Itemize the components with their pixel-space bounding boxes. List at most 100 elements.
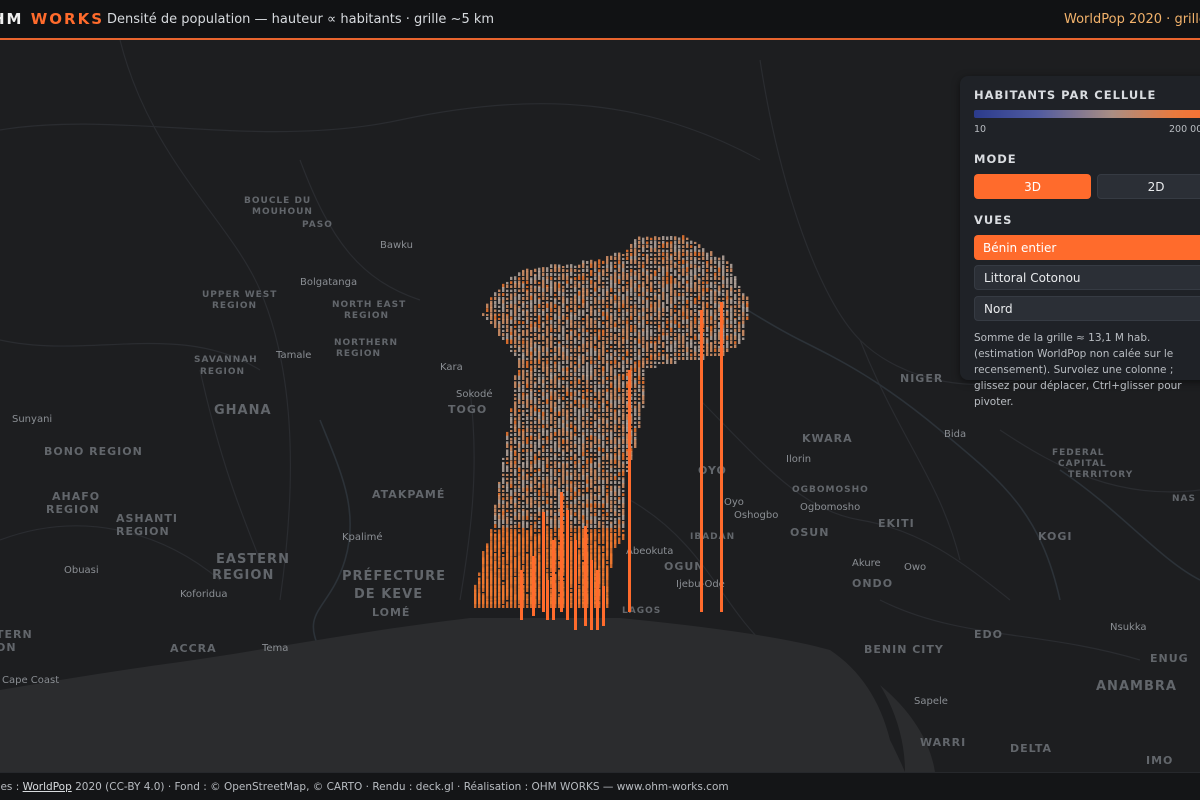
worldpop-link[interactable]: WorldPop bbox=[23, 781, 72, 793]
legend-color-ramp bbox=[974, 110, 1200, 118]
label-federal: FEDERAL bbox=[1052, 448, 1105, 458]
city-tema: Tema bbox=[261, 643, 288, 654]
population-spike[interactable] bbox=[602, 586, 605, 626]
label-ondo: ONDO bbox=[852, 577, 893, 590]
label-edo: EDO bbox=[974, 628, 1003, 641]
label-ibadan: IBADAN bbox=[690, 532, 735, 542]
population-spike[interactable] bbox=[560, 492, 563, 612]
label-eastern: EASTERN bbox=[216, 552, 290, 567]
label-region-5: REGION bbox=[46, 503, 100, 516]
data-source-label: WorldPop 2020 · grille 5 bbox=[1064, 12, 1200, 27]
mode-title: MODE bbox=[974, 152, 1017, 166]
label-lagos: LAGOS bbox=[622, 606, 661, 616]
label-nas: NAS bbox=[1172, 494, 1196, 504]
label-warri: WARRI bbox=[920, 736, 966, 749]
top-bar: HM WORKS Densité de population — hauteur… bbox=[0, 0, 1200, 40]
label-territory: TERRITORY bbox=[1068, 470, 1133, 480]
city-oyo: Oyo bbox=[724, 497, 744, 508]
label-ashanti: ASHANTI bbox=[116, 512, 178, 525]
city-obuasi: Obuasi bbox=[64, 565, 99, 576]
city-nsukka: Nsukka bbox=[1110, 622, 1147, 633]
label-ekiti: EKITI bbox=[878, 517, 915, 530]
label-ghana: GHANA bbox=[214, 403, 272, 418]
label-north-east: NORTH EAST bbox=[332, 300, 406, 310]
page-subtitle: Densité de population — hauteur ∝ habita… bbox=[107, 12, 495, 27]
city-koforidua: Koforidua bbox=[180, 589, 228, 600]
label-on: ON bbox=[0, 641, 17, 654]
brand-text-left: HM bbox=[0, 10, 24, 28]
city-ogbomosho: Ogbomosho bbox=[800, 502, 860, 513]
city-bawku: Bawku bbox=[380, 240, 413, 251]
label-bono-region: BONO REGION bbox=[44, 445, 143, 458]
label-kogi: KOGI bbox=[1038, 530, 1073, 543]
population-spike[interactable] bbox=[552, 540, 555, 620]
label-togo: TOGO bbox=[448, 403, 487, 416]
brand-logo[interactable]: HM WORKS bbox=[0, 10, 104, 28]
attribution-prefix: ées : bbox=[0, 781, 20, 793]
legend-max-label: 200 000 bbox=[1169, 124, 1200, 135]
label-region-1: REGION bbox=[212, 301, 257, 311]
label-anambra: ANAMBRA bbox=[1096, 679, 1177, 694]
label-savannah: SAVANNAH bbox=[194, 355, 258, 365]
population-spike[interactable] bbox=[542, 512, 545, 612]
attribution-rest: 2020 (CC-BY 4.0) · Fond : © OpenStreetMa… bbox=[71, 781, 729, 793]
label-benin-city: BENIN CITY bbox=[864, 643, 944, 656]
label-ogun: OGUN bbox=[664, 560, 705, 573]
city-bolgatanga: Bolgatanga bbox=[300, 277, 357, 288]
view-benin-entier-button[interactable]: Bénin entier bbox=[974, 235, 1200, 260]
label-atakpame: ATAKPAMÉ bbox=[372, 488, 445, 501]
population-spike[interactable] bbox=[584, 526, 587, 626]
population-spike[interactable] bbox=[590, 560, 593, 630]
attribution-text: ées : WorldPop 2020 (CC-BY 4.0) · Fond :… bbox=[0, 781, 729, 793]
label-northern: NORTHERN bbox=[334, 338, 398, 348]
label-accra: ACCRA bbox=[170, 642, 217, 655]
control-panel: HABITANTS PAR CELLULE 10 200 000 MODE 3D… bbox=[960, 76, 1200, 408]
city-bida: Bida bbox=[944, 429, 966, 440]
population-spike[interactable] bbox=[566, 510, 569, 620]
label-upper-west: UPPER WEST bbox=[202, 290, 277, 300]
views-title: VUES bbox=[974, 213, 1013, 227]
label-delta: DELTA bbox=[1010, 742, 1052, 755]
population-spike[interactable] bbox=[596, 570, 599, 630]
city-owo: Owo bbox=[904, 562, 926, 573]
view-nord-button[interactable]: Nord bbox=[974, 296, 1200, 321]
city-akure: Akure bbox=[852, 558, 881, 569]
label-osun: OSUN bbox=[790, 526, 829, 539]
city-cape-coast: Cape Coast bbox=[2, 675, 59, 686]
label-ogbomosho: OGBOMOSHO bbox=[792, 485, 869, 495]
population-spike[interactable] bbox=[574, 540, 577, 630]
legend-title: HABITANTS PAR CELLULE bbox=[974, 88, 1157, 102]
city-oshogbo: Oshogbo bbox=[734, 510, 778, 521]
population-spike[interactable] bbox=[532, 556, 535, 616]
label-boucle-du: BOUCLE DU bbox=[244, 196, 311, 206]
label-region-7: REGION bbox=[212, 568, 274, 583]
population-spike[interactable] bbox=[720, 302, 723, 612]
city-sapele: Sapele bbox=[914, 696, 948, 707]
footer: ées : WorldPop 2020 (CC-BY 4.0) · Fond :… bbox=[0, 772, 1200, 800]
label-mouhoun: MOUHOUN bbox=[252, 207, 313, 217]
population-spike[interactable] bbox=[520, 570, 523, 620]
city-abeokuta: Abeokuta bbox=[626, 546, 673, 557]
population-spike[interactable] bbox=[700, 310, 703, 612]
city-sokode: Sokodé bbox=[456, 388, 493, 400]
city-kpalime: Kpalimé bbox=[342, 531, 382, 543]
brand-text-right: WORKS bbox=[30, 10, 104, 28]
label-prefecture: PRÉFECTURE bbox=[342, 568, 446, 584]
label-region-6: REGION bbox=[116, 525, 170, 538]
label-niger: NIGER bbox=[900, 372, 943, 385]
population-spike[interactable] bbox=[546, 580, 549, 620]
legend-min-label: 10 bbox=[974, 124, 987, 135]
mode-3d-button[interactable]: 3D bbox=[974, 174, 1091, 199]
label-region-3: REGION bbox=[336, 349, 381, 359]
label-imo: IMO bbox=[1146, 754, 1173, 767]
mode-2d-button[interactable]: 2D bbox=[1097, 174, 1200, 199]
label-region-4: REGION bbox=[200, 367, 245, 377]
label-tern: TERN bbox=[0, 628, 33, 641]
city-kara: Kara bbox=[440, 362, 463, 373]
label-lome: LOMÉ bbox=[372, 606, 410, 619]
view-littoral-cotonou-button[interactable]: Littoral Cotonou bbox=[974, 265, 1200, 290]
city-sunyani: Sunyani bbox=[12, 414, 52, 425]
city-ilorin: Ilorin bbox=[786, 454, 811, 465]
population-spike[interactable] bbox=[628, 370, 631, 612]
label-de-keve: DE KEVE bbox=[354, 587, 423, 602]
